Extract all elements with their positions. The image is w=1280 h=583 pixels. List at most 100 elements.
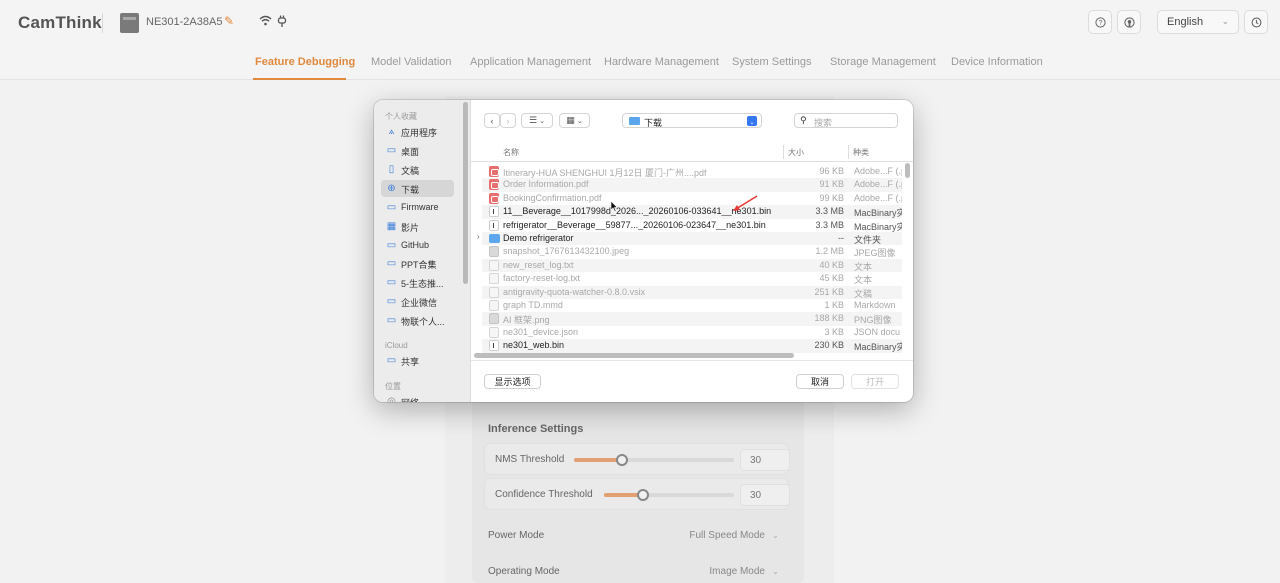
sidebar-item-label: 企业微信 <box>401 298 438 308</box>
file-kind: Adobe...F (.p <box>854 192 902 203</box>
location-popup[interactable]: 下载 ⌃ ⌄ <box>622 113 762 128</box>
column-divider <box>848 145 849 159</box>
language-select[interactable]: English ⌄ <box>1157 10 1239 34</box>
nms-threshold-slider[interactable] <box>574 454 734 466</box>
tab-system-settings[interactable]: System Settings <box>732 56 811 68</box>
sidebar-item-label: 物联个人... <box>401 317 445 327</box>
pdf-file-icon <box>489 192 499 204</box>
sidebar-scrollbar[interactable] <box>463 102 468 284</box>
history-button[interactable] <box>1244 10 1268 34</box>
sidebar-item-shared[interactable]: ▭ 共享 <box>381 352 454 369</box>
sidebar-item-downloads[interactable]: ⊕ 下载 <box>381 180 454 197</box>
tab-hardware-management[interactable]: Hardware Management <box>604 56 719 68</box>
tab-storage-management[interactable]: Storage Management <box>830 56 936 68</box>
file-kind: 文件夹 <box>854 235 882 245</box>
sidebar-item-ecosystem[interactable]: ▭ 5-生态推... <box>381 274 454 291</box>
power-mode-select[interactable]: Full Speed Mode <box>660 530 765 541</box>
list-view-button[interactable]: ☰ ⌄ <box>521 113 553 128</box>
help-button[interactable]: ? <box>1088 10 1112 34</box>
inference-settings-title: Inference Settings <box>488 423 584 435</box>
file-row[interactable]: 11__Beverage__1017998d_2026..._20260106-… <box>482 205 902 219</box>
annotation-arrow-icon <box>733 195 758 211</box>
tab-feature-debugging[interactable]: Feature Debugging <box>255 56 355 68</box>
slider-thumb[interactable] <box>616 454 628 466</box>
sidebar-item-github[interactable]: ▭ GitHub <box>381 237 454 254</box>
sidebar-item-label: 下载 <box>401 185 420 195</box>
image-file-icon <box>489 313 499 325</box>
file-row[interactable]: ne301_device.json 3 KB JSON docu <box>482 326 902 339</box>
nms-threshold-value[interactable]: 30 <box>740 449 790 471</box>
file-size: 45 KB <box>819 273 844 284</box>
file-row[interactable]: antigravity-quota-watcher-0.8.0.vsix 251… <box>482 285 902 299</box>
sidebar-item-iot-personal[interactable]: ▭ 物联个人... <box>381 312 454 329</box>
shared-folder-icon: ▭ <box>386 355 397 366</box>
confidence-threshold-label: Confidence Threshold <box>495 489 593 500</box>
column-header-size[interactable]: 大小 <box>788 147 804 158</box>
vertical-scrollbar[interactable] <box>905 163 910 178</box>
file-kind: MacBinary实 <box>854 208 902 219</box>
sidebar-item-firmware[interactable]: ▭ Firmware <box>381 199 454 216</box>
show-options-button[interactable]: 显示选项 <box>484 374 541 389</box>
file-kind: JSON docu <box>854 326 901 337</box>
nms-threshold-label: NMS Threshold <box>495 454 565 465</box>
file-row[interactable]: › Demo refrigerator -- 文件夹 <box>477 232 902 246</box>
file-size: 1.2 MB <box>815 246 844 257</box>
text-file-icon <box>489 259 499 271</box>
grid-view-button[interactable]: ▦ ⌄ <box>559 113 590 128</box>
file-row[interactable]: refrigerator__Beverage__59877..._2026010… <box>482 219 902 232</box>
file-row[interactable]: AI 框架.png 188 KB PNG图像 <box>482 312 902 326</box>
edit-icon[interactable]: ✎ <box>224 14 234 28</box>
sidebar-item-label: Firmware <box>401 202 439 212</box>
top-bar: CamThink NE301-2A38A5 ✎ ? English ⌄ <box>0 0 1280 46</box>
tab-application-management[interactable]: Application Management <box>470 56 591 68</box>
file-row[interactable]: ne301_web.bin 230 KB MacBinary实 <box>482 339 902 353</box>
sidebar-item-movies[interactable]: ▦ 影片 <box>381 218 454 235</box>
open-button[interactable]: 打开 <box>851 374 899 389</box>
sidebar-item-label: 共享 <box>401 357 420 367</box>
slider-thumb[interactable] <box>637 489 649 501</box>
cancel-button[interactable]: 取消 <box>796 374 844 389</box>
file-row[interactable]: BookingConfirmation.pdf 99 KB Adobe...F … <box>482 192 902 205</box>
operating-mode-select[interactable]: Image Mode <box>660 566 765 577</box>
help-icon: ? <box>1094 16 1106 28</box>
file-kind: Markdown <box>854 300 896 310</box>
search-placeholder: 搜索 <box>814 118 833 128</box>
document-file-icon <box>489 286 499 298</box>
sidebar-item-wecom[interactable]: ▭ 企业微信 <box>381 293 454 310</box>
confidence-threshold-value[interactable]: 30 <box>740 484 790 506</box>
tab-device-information[interactable]: Device Information <box>951 56 1043 68</box>
horizontal-scrollbar[interactable] <box>474 353 794 358</box>
search-field[interactable]: ⚲ 搜索 <box>794 113 898 128</box>
markdown-file-icon <box>489 300 499 311</box>
chevron-right-icon[interactable]: › <box>477 232 480 241</box>
github-icon <box>1123 16 1135 28</box>
sidebar-item-documents[interactable]: ▯ 文稿 <box>381 161 454 178</box>
file-row[interactable]: snapshot_1767613432100.jpeg 1.2 MB JPEG图… <box>482 245 902 258</box>
sidebar-item-network[interactable]: ◎ 网络 <box>381 393 454 402</box>
confidence-threshold-slider[interactable] <box>604 489 734 501</box>
file-row[interactable]: factory-reset-log.txt 45 KB 文本 <box>482 272 902 285</box>
file-kind: 文稿 <box>854 288 873 299</box>
file-row[interactable]: Order Information.pdf 91 KB Adobe...F (.… <box>482 178 902 192</box>
file-open-dialog: 个人收藏 ⟑ 应用程序 ▭ 桌面 ▯ 文稿 ⊕ 下载 ▭ Firmware ▦ … <box>374 100 913 402</box>
back-button[interactable]: ‹ <box>484 113 500 128</box>
chevron-down-icon: ⌄ <box>1221 16 1229 26</box>
file-row[interactable]: graph TD.mmd 1 KB Markdown <box>482 299 902 312</box>
forward-button[interactable]: › <box>500 113 516 128</box>
github-button[interactable] <box>1117 10 1141 34</box>
sidebar-item-label: 应用程序 <box>401 128 438 138</box>
sidebar-item-desktop[interactable]: ▭ 桌面 <box>381 142 454 159</box>
tab-model-validation[interactable]: Model Validation <box>371 56 452 68</box>
file-row[interactable]: Itinerary-HUA SHENGHUI 1月12日 厦门-广州....pd… <box>482 165 902 178</box>
sidebar-item-ppt[interactable]: ▭ PPT合集 <box>381 255 454 272</box>
file-row[interactable]: new_reset_log.txt 40 KB 文本 <box>482 258 902 273</box>
text-file-icon <box>489 273 499 285</box>
column-header-name[interactable]: 名称 <box>503 147 519 158</box>
sidebar-item-applications[interactable]: ⟑ 应用程序 <box>381 123 454 140</box>
pdf-file-icon <box>489 166 499 177</box>
column-header-kind[interactable]: 种类 <box>853 147 869 158</box>
divider <box>102 13 103 33</box>
header-divider <box>471 161 913 162</box>
folder-icon: ▭ <box>386 296 397 307</box>
file-kind: Adobe...F (.p <box>854 179 902 190</box>
